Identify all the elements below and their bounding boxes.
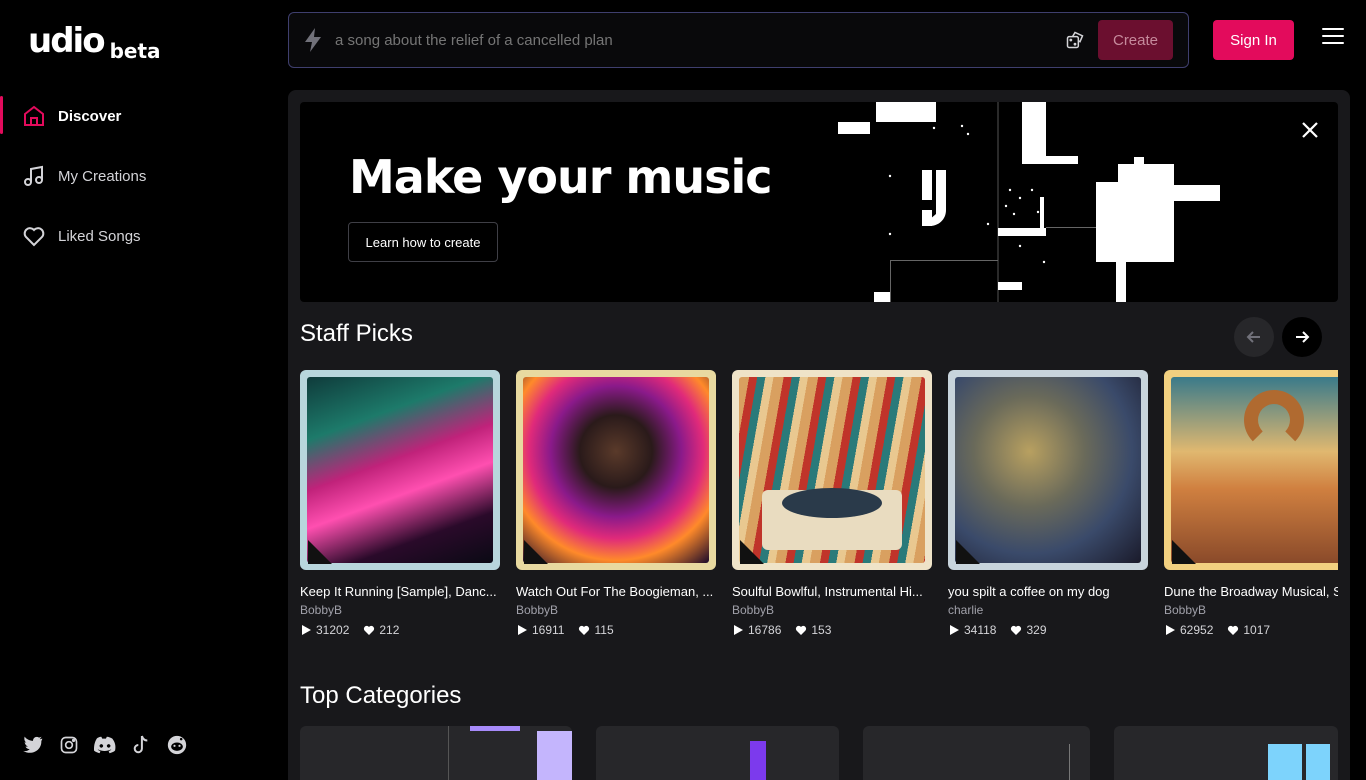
carousel-prev-button[interactable]	[1234, 317, 1274, 357]
like-count: 115	[594, 623, 614, 637]
reddit-icon[interactable]	[166, 734, 188, 756]
staff-picks-carousel: Keep It Running [Sample], Danc... BobbyB…	[300, 370, 1338, 650]
track-title: Watch Out For The Boogieman, ...	[516, 584, 714, 599]
logo-text: udio	[28, 21, 106, 61]
track-cover	[300, 370, 500, 570]
play-count: 62952	[1180, 623, 1214, 637]
sidebar-item-label: Liked Songs	[58, 227, 141, 245]
track-stats: 31202 212	[300, 623, 500, 637]
heart-icon	[22, 224, 46, 248]
staff-picks-title: Staff Picks	[300, 320, 413, 347]
play-count: 31202	[316, 623, 350, 637]
home-icon	[22, 104, 46, 128]
heart-icon	[579, 625, 590, 635]
sign-in-button[interactable]: Sign In	[1213, 20, 1294, 60]
discord-icon[interactable]	[94, 734, 116, 756]
track-cover	[1164, 370, 1338, 570]
play-count: 34118	[964, 623, 997, 637]
lightning-icon	[305, 28, 321, 52]
track-cover	[948, 370, 1148, 570]
track-cover	[516, 370, 716, 570]
hero-artwork	[838, 102, 1220, 302]
category-card[interactable]	[1114, 726, 1338, 780]
like-count: 212	[379, 623, 400, 637]
track-stats: 16911 115	[516, 623, 716, 637]
play-icon	[950, 625, 959, 635]
prompt-input[interactable]	[335, 31, 1064, 49]
hero-banner: Make your music Learn how to create	[300, 102, 1338, 302]
udio-logo[interactable]: udio beta	[28, 21, 161, 62]
main-panel: Make your music Learn how to create Staf…	[288, 90, 1350, 780]
track-card[interactable]: Keep It Running [Sample], Danc... BobbyB…	[300, 370, 500, 637]
track-stats: 16786 153	[732, 623, 932, 637]
music-note-icon	[22, 164, 46, 188]
dice-icon[interactable]	[1064, 29, 1086, 51]
sidebar-item-label: My Creations	[58, 167, 147, 185]
track-stats: 62952 1017	[1164, 623, 1338, 637]
track-title: Soulful Bowlful, Instrumental Hi...	[732, 584, 923, 599]
track-title: Dune the Broadway Musical, S	[1164, 584, 1338, 599]
track-card[interactable]: Watch Out For The Boogieman, ... BobbyB …	[516, 370, 716, 637]
prompt-bar: Create	[288, 12, 1189, 68]
hero-title: Make your music	[349, 150, 773, 204]
instagram-icon[interactable]	[58, 734, 80, 756]
arrow-left-icon	[1246, 331, 1260, 343]
track-title: Keep It Running [Sample], Danc...	[300, 584, 497, 599]
play-icon	[734, 625, 743, 635]
category-card[interactable]	[863, 726, 1090, 780]
play-icon	[518, 625, 527, 635]
heart-icon	[796, 625, 807, 635]
track-card[interactable]: Soulful Bowlful, Instrumental Hi... Bobb…	[732, 370, 932, 637]
twitter-icon[interactable]	[22, 734, 44, 756]
arrow-right-icon	[1296, 331, 1310, 343]
track-artist[interactable]: BobbyB	[732, 603, 932, 617]
tiktok-icon[interactable]	[130, 734, 152, 756]
play-icon	[302, 625, 311, 635]
social-links	[22, 734, 188, 756]
track-card[interactable]: Dune the Broadway Musical, S BobbyB 6295…	[1164, 370, 1338, 637]
sidebar-item-liked-songs[interactable]: Liked Songs	[0, 206, 288, 266]
play-icon	[1166, 625, 1175, 635]
track-card[interactable]: you spilt a coffee on my dog charlie 341…	[948, 370, 1148, 637]
sidebar-item-label: Discover	[58, 107, 122, 125]
hamburger-menu-icon[interactable]	[1322, 28, 1344, 52]
category-card[interactable]	[300, 726, 572, 780]
beta-badge: beta	[109, 39, 161, 63]
carousel-next-button[interactable]	[1282, 317, 1322, 357]
track-artist[interactable]: BobbyB	[300, 603, 500, 617]
sidebar-nav: Discover My Creations Liked Songs	[0, 86, 288, 266]
sidebar-item-my-creations[interactable]: My Creations	[0, 146, 288, 206]
track-cover	[732, 370, 932, 570]
close-icon[interactable]	[1300, 120, 1320, 140]
sidebar: udio beta Discover My Creations Liked So…	[0, 0, 288, 768]
heart-icon	[1011, 625, 1022, 635]
play-count: 16911	[532, 623, 565, 637]
play-count: 16786	[748, 623, 782, 637]
heart-icon	[364, 625, 375, 635]
heart-icon	[1228, 625, 1239, 635]
create-button[interactable]: Create	[1098, 20, 1173, 60]
track-stats: 34118 329	[948, 623, 1148, 637]
top-categories-row	[300, 726, 1338, 780]
like-count: 329	[1026, 623, 1047, 637]
top-categories-title: Top Categories	[300, 682, 462, 709]
learn-how-button[interactable]: Learn how to create	[348, 222, 498, 262]
track-artist[interactable]: BobbyB	[516, 603, 716, 617]
track-title: you spilt a coffee on my dog	[948, 584, 1110, 599]
like-count: 153	[811, 623, 832, 637]
track-artist[interactable]: charlie	[948, 603, 1148, 617]
category-card[interactable]	[596, 726, 839, 780]
sidebar-item-discover[interactable]: Discover	[0, 86, 288, 146]
like-count: 1017	[1243, 623, 1271, 637]
track-artist[interactable]: BobbyB	[1164, 603, 1338, 617]
